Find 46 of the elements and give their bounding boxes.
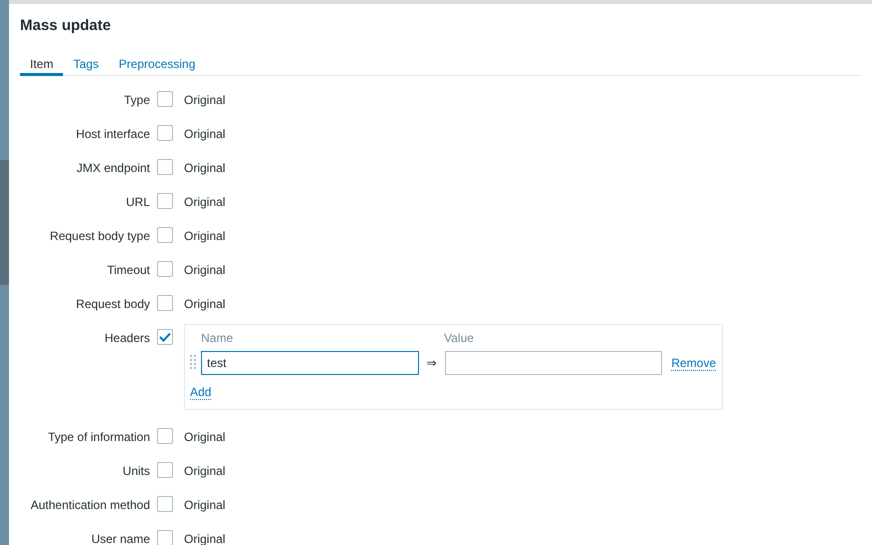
- checkbox[interactable]: [157, 159, 173, 175]
- field-label: Headers: [104, 330, 150, 346]
- tab[interactable]: Tags: [63, 54, 109, 76]
- field-label: Host interface: [74, 126, 150, 142]
- field-label: Request body type: [48, 228, 150, 244]
- field-label: JMX endpoint: [76, 160, 150, 176]
- tab[interactable]: Preprocessing: [108, 54, 206, 76]
- checkbox[interactable]: [157, 261, 173, 277]
- add-link[interactable]: Add: [190, 385, 212, 400]
- input-field[interactable]: [444, 351, 662, 375]
- checkbox[interactable]: [157, 329, 173, 345]
- input-field[interactable]: test: [200, 351, 419, 375]
- checkbox[interactable]: [157, 193, 173, 209]
- field-value: Original: [184, 92, 226, 108]
- field-value: Original: [184, 126, 226, 142]
- checkbox[interactable]: [157, 295, 173, 311]
- field-label: Request body: [74, 296, 150, 312]
- field-label: Type: [122, 92, 150, 108]
- field-label: Units: [122, 463, 150, 479]
- field-value: Original: [184, 262, 226, 278]
- column-header: Value: [444, 330, 474, 346]
- checkbox[interactable]: [157, 227, 173, 243]
- arrow-symbol: ⇒: [426, 355, 438, 372]
- field-value: Original: [184, 296, 226, 312]
- checkbox[interactable]: [157, 91, 173, 107]
- checkbox[interactable]: [157, 125, 173, 141]
- checkbox[interactable]: [157, 530, 173, 545]
- tab[interactable]: Item: [20, 54, 64, 76]
- field-label: Timeout: [106, 262, 150, 278]
- field-value: Original: [184, 194, 226, 210]
- field-value: Original: [184, 463, 226, 479]
- drag-handle-icon[interactable]: [190, 355, 197, 371]
- field-label: Type of information: [46, 429, 150, 445]
- dialog-title: Mass update: [20, 16, 112, 36]
- remove-link[interactable]: Remove: [671, 356, 716, 370]
- checkbox[interactable]: [157, 462, 173, 478]
- field-label: Authentication method: [30, 497, 150, 513]
- field-label: URL: [124, 194, 150, 210]
- checkbox[interactable]: [157, 428, 173, 444]
- field-value: Original: [184, 228, 226, 244]
- field-value: Original: [184, 160, 226, 176]
- checkbox[interactable]: [157, 496, 173, 512]
- field-value: Original: [184, 497, 226, 513]
- field-value: Original: [184, 429, 226, 445]
- column-header: Name: [201, 330, 234, 346]
- field-label: User name: [90, 531, 150, 545]
